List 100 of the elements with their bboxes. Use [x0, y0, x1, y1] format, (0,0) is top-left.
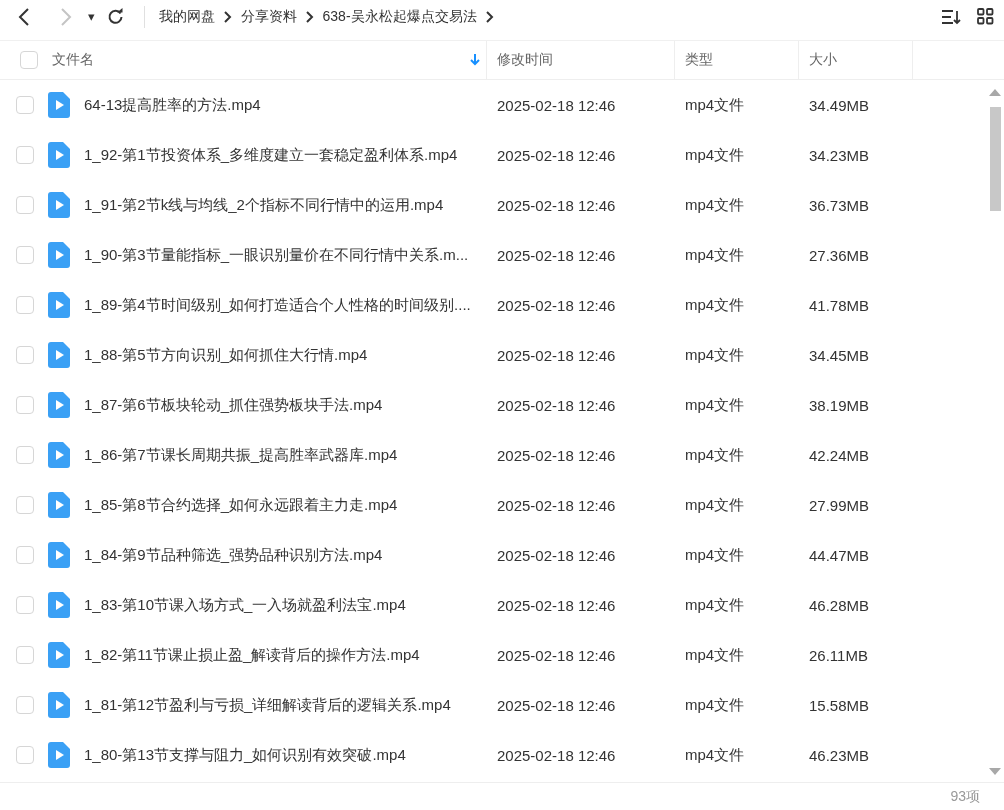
modified-time: 2025-02-18 12:46	[496, 546, 617, 564]
video-file-icon	[48, 542, 70, 568]
column-header[interactable]: 类型	[685, 51, 713, 69]
file-name[interactable]: 1_87-第6节板块轮动_抓住强势板块手法.mp4	[84, 395, 383, 415]
modified-time: 2025-02-18 12:46	[496, 646, 617, 664]
checkbox[interactable]	[16, 446, 34, 464]
modified-time: 2025-02-18 12:46	[496, 96, 617, 114]
file-name[interactable]: 1_82-第11节课止损止盈_解读背后的操作方法.mp4	[84, 645, 420, 665]
video-file-icon	[48, 642, 70, 668]
scroll-down-icon[interactable]	[988, 767, 1002, 777]
file-size: 27.36MB	[808, 246, 871, 264]
item-count: 93项	[950, 788, 980, 806]
file-type: mp4文件	[684, 445, 746, 465]
video-file-icon	[48, 392, 70, 418]
modified-time: 2025-02-18 12:46	[496, 246, 617, 264]
file-type: mp4文件	[684, 595, 746, 615]
grid-view-icon[interactable]	[977, 8, 994, 25]
checkbox[interactable]	[16, 296, 34, 314]
column-header[interactable]: 文件名	[52, 51, 94, 69]
checkbox[interactable]	[20, 51, 38, 69]
sort-list-icon[interactable]	[941, 8, 961, 25]
video-file-icon	[48, 92, 70, 118]
video-file-icon	[48, 192, 70, 218]
file-name[interactable]: 1_85-第8节合约选择_如何永远跟着主力走.mp4	[84, 495, 398, 515]
file-size: 34.49MB	[808, 96, 871, 114]
video-file-icon	[48, 742, 70, 768]
modified-time: 2025-02-18 12:46	[496, 496, 617, 514]
checkbox[interactable]	[16, 196, 34, 214]
checkbox[interactable]	[16, 696, 34, 714]
modified-time: 2025-02-18 12:46	[496, 746, 617, 764]
file-size: 46.23MB	[808, 746, 871, 764]
video-file-icon	[48, 492, 70, 518]
file-type: mp4文件	[684, 145, 746, 165]
column-header[interactable]: 大小	[809, 51, 837, 69]
video-file-icon	[48, 592, 70, 618]
file-name[interactable]: 64-13提高胜率的方法.mp4	[84, 95, 261, 115]
modified-time: 2025-02-18 12:46	[496, 446, 617, 464]
checkbox[interactable]	[16, 546, 34, 564]
file-name[interactable]: 1_86-第7节课长周期共振_提高胜率武器库.mp4	[84, 445, 398, 465]
refresh-icon[interactable]	[106, 8, 124, 25]
file-size: 41.78MB	[808, 296, 871, 314]
checkbox[interactable]	[16, 96, 34, 114]
chevron-icon	[305, 10, 314, 23]
file-size: 38.19MB	[808, 396, 871, 414]
modified-time: 2025-02-18 12:46	[496, 596, 617, 614]
scroll-up-icon[interactable]	[988, 87, 1002, 97]
column-header[interactable]: 修改时间	[497, 51, 553, 69]
video-file-icon	[48, 242, 70, 268]
modified-time: 2025-02-18 12:46	[496, 346, 617, 364]
breadcrumb-link[interactable]: 分享资料	[240, 7, 297, 26]
video-file-icon	[48, 342, 70, 368]
file-type: mp4文件	[684, 345, 746, 365]
checkbox[interactable]	[16, 146, 34, 164]
breadcrumb-link[interactable]: 638-吴永松起爆点交易法	[322, 7, 477, 26]
file-name[interactable]: 1_81-第12节盈利与亏损_详细解读背后的逻辑关系.mp4	[84, 695, 451, 715]
checkbox[interactable]	[16, 596, 34, 614]
file-size: 36.73MB	[808, 196, 871, 214]
checkbox[interactable]	[16, 496, 34, 514]
file-size: 26.11MB	[808, 646, 869, 664]
checkbox[interactable]	[16, 346, 34, 364]
file-type: mp4文件	[684, 95, 746, 115]
file-name[interactable]: 1_84-第9节品种筛选_强势品种识别方法.mp4	[84, 545, 383, 565]
checkbox[interactable]	[16, 746, 34, 764]
modified-time: 2025-02-18 12:46	[496, 196, 617, 214]
file-type: mp4文件	[684, 395, 746, 415]
file-size: 44.47MB	[808, 546, 871, 564]
file-size: 15.58MB	[808, 696, 871, 714]
file-type: mp4文件	[684, 245, 746, 265]
scrollbar-thumb[interactable]	[990, 107, 1001, 211]
breadcrumb-link[interactable]: 我的网盘	[158, 7, 215, 26]
modified-time: 2025-02-18 12:46	[496, 146, 617, 164]
modified-time: 2025-02-18 12:46	[496, 296, 617, 314]
back-icon[interactable]	[18, 7, 30, 26]
file-name[interactable]: 1_92-第1节投资体系_多维度建立一套稳定盈利体系.mp4	[84, 145, 458, 165]
modified-time: 2025-02-18 12:46	[496, 396, 617, 414]
file-type: mp4文件	[684, 195, 746, 215]
file-name[interactable]: 1_91-第2节k线与均线_2个指标不同行情中的运用.mp4	[84, 195, 444, 215]
file-name[interactable]: 1_89-第4节时间级别_如何打造适合个人性格的时间级别....	[84, 295, 471, 315]
file-size: 42.24MB	[808, 446, 871, 464]
file-name[interactable]: 1_80-第13节支撑与阻力_如何识别有效突破.mp4	[84, 745, 406, 765]
file-type: mp4文件	[684, 745, 746, 765]
file-size: 34.23MB	[808, 146, 871, 164]
checkbox[interactable]	[16, 246, 34, 264]
checkbox[interactable]	[16, 646, 34, 664]
file-size: 34.45MB	[808, 346, 871, 364]
chevron-icon	[223, 10, 232, 23]
file-type: mp4文件	[684, 695, 746, 715]
file-type: mp4文件	[684, 495, 746, 515]
file-name[interactable]: 1_83-第10节课入场方式_一入场就盈利法宝.mp4	[84, 595, 406, 615]
video-file-icon	[48, 442, 70, 468]
checkbox[interactable]	[16, 396, 34, 414]
file-size: 46.28MB	[808, 596, 871, 614]
sort-arrow-icon[interactable]	[470, 54, 480, 66]
file-name[interactable]: 1_90-第3节量能指标_一眼识别量价在不同行情中关系.m...	[84, 245, 469, 265]
file-type: mp4文件	[684, 645, 746, 665]
file-size: 27.99MB	[808, 496, 871, 514]
dropdown-caret[interactable]: ▾	[88, 9, 95, 24]
file-type: mp4文件	[684, 545, 746, 565]
file-name[interactable]: 1_88-第5节方向识别_如何抓住大行情.mp4	[84, 345, 368, 365]
chevron-icon	[485, 10, 494, 23]
